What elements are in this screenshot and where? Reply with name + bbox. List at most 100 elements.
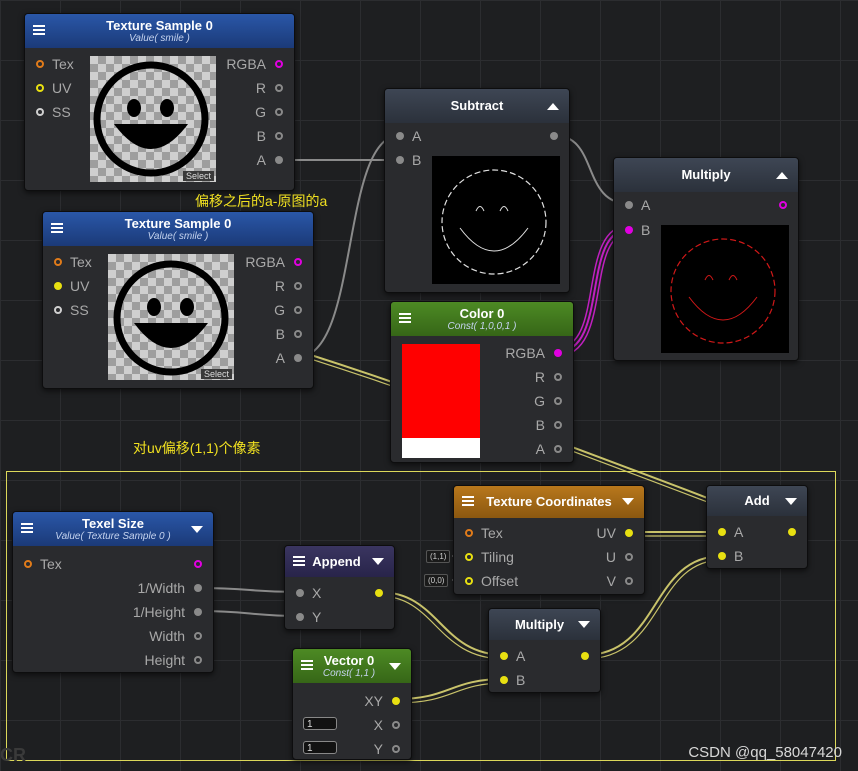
output-port-b[interactable]	[294, 330, 302, 338]
output-port-rgba[interactable]	[554, 349, 562, 357]
menu-icon[interactable]	[21, 523, 33, 533]
input-port-ss[interactable]	[36, 108, 44, 116]
output-port-xy[interactable]	[392, 697, 400, 705]
output-port[interactable]	[375, 589, 383, 597]
texture-sample-node-2[interactable]: Texture Sample 0 Value( smile ) Tex UV S…	[42, 211, 314, 389]
menu-icon[interactable]	[51, 223, 63, 233]
append-node[interactable]: Append X Y	[284, 545, 395, 630]
input-port-a[interactable]	[500, 652, 508, 660]
output-port-x[interactable]	[392, 721, 400, 729]
output-port-b[interactable]	[554, 421, 562, 429]
collapse-triangle-icon[interactable]	[191, 526, 203, 533]
input-port-a[interactable]	[396, 132, 404, 140]
node-header[interactable]: Texel Size Value( Texture Sample 0 )	[13, 512, 213, 546]
output-port-a[interactable]	[275, 156, 283, 164]
input-port-tex[interactable]	[465, 529, 473, 537]
offset-default-value[interactable]: (0,0)	[424, 574, 449, 587]
input-port-ss[interactable]	[54, 306, 62, 314]
menu-icon[interactable]	[33, 25, 45, 35]
x-value-field[interactable]: 1	[303, 717, 337, 730]
output-port-a[interactable]	[294, 354, 302, 362]
input-port-b[interactable]	[718, 552, 726, 560]
node-header[interactable]: Add	[707, 486, 807, 516]
output-port[interactable]	[779, 201, 787, 209]
node-header[interactable]: Texture Sample 0 Value( smile )	[25, 14, 294, 48]
output-port-r[interactable]	[294, 282, 302, 290]
texture-coordinates-node[interactable]: Texture Coordinates Tex Tiling Offset UV…	[453, 485, 645, 595]
texture-preview[interactable]: Select	[90, 56, 216, 182]
input-label-tex: Tex	[52, 56, 74, 72]
node-header[interactable]: Color 0 Const( 1,0,0,1 )	[391, 302, 573, 336]
output-port-main[interactable]	[194, 560, 202, 568]
output-port-r[interactable]	[554, 373, 562, 381]
texture-sample-node-1[interactable]: Texture Sample 0 Value( smile ) Tex UV S…	[24, 13, 295, 191]
output-port-uv[interactable]	[625, 529, 633, 537]
input-port-tex[interactable]	[36, 60, 44, 68]
collapse-triangle-icon[interactable]	[622, 498, 634, 505]
menu-icon[interactable]	[399, 313, 411, 323]
output-port-a[interactable]	[554, 445, 562, 453]
select-button[interactable]: Select	[182, 171, 214, 181]
output-port-g[interactable]	[554, 397, 562, 405]
input-port-a[interactable]	[718, 528, 726, 536]
output-port-r[interactable]	[275, 84, 283, 92]
menu-icon[interactable]	[301, 660, 313, 670]
output-port-1-width[interactable]	[194, 584, 202, 592]
output-port-g[interactable]	[275, 108, 283, 116]
texel-size-node[interactable]: Texel Size Value( Texture Sample 0 ) Tex…	[12, 511, 214, 673]
subtract-node[interactable]: Subtract A B	[384, 88, 570, 293]
output-port-rgba[interactable]	[294, 258, 302, 266]
node-header[interactable]: Subtract	[385, 89, 569, 123]
vector-node[interactable]: Vector 0 Const( 1,1 ) XY 1 X 1 Y	[292, 648, 412, 760]
node-header[interactable]: Vector 0 Const( 1,1 )	[293, 649, 411, 683]
collapse-triangle-icon[interactable]	[578, 621, 590, 628]
multiply-node-2[interactable]: Multiply A B	[488, 608, 601, 693]
output-port-y[interactable]	[392, 745, 400, 753]
collapse-triangle-icon[interactable]	[776, 172, 788, 179]
collapse-triangle-icon[interactable]	[389, 663, 401, 670]
node-header[interactable]: Multiply	[489, 609, 600, 640]
output-port-rgba[interactable]	[275, 60, 283, 68]
node-header[interactable]: Texture Sample 0 Value( smile )	[43, 212, 313, 246]
input-port-tiling[interactable]	[465, 553, 473, 561]
input-port-tex[interactable]	[24, 560, 32, 568]
input-port-a[interactable]	[625, 201, 633, 209]
output-port[interactable]	[788, 528, 796, 536]
output-port-height[interactable]	[194, 656, 202, 664]
output-port-u[interactable]	[625, 553, 633, 561]
menu-icon[interactable]	[293, 556, 305, 566]
node-header[interactable]: Multiply	[614, 158, 798, 192]
output-port[interactable]	[550, 132, 558, 140]
node-header[interactable]: Append	[285, 546, 394, 577]
multiply-node-1[interactable]: Multiply A B	[613, 157, 799, 361]
color-swatch[interactable]	[402, 344, 480, 458]
texture-preview[interactable]: Select	[108, 254, 234, 380]
output-port-1-height[interactable]	[194, 608, 202, 616]
select-button[interactable]: Select	[200, 369, 232, 379]
input-port-b[interactable]	[396, 156, 404, 164]
input-port-b[interactable]	[500, 676, 508, 684]
input-port-b[interactable]	[625, 226, 633, 234]
collapse-triangle-icon[interactable]	[785, 498, 797, 505]
collapse-triangle-icon[interactable]	[372, 558, 384, 565]
collapse-triangle-icon[interactable]	[547, 103, 559, 110]
node-header[interactable]: Texture Coordinates	[454, 486, 644, 518]
menu-icon[interactable]	[462, 496, 474, 506]
input-port-y[interactable]	[296, 613, 304, 621]
input-port-uv[interactable]	[36, 84, 44, 92]
node-graph-canvas[interactable]: Texture Sample 0 Value( smile ) Tex UV S…	[0, 0, 858, 771]
input-port-offset[interactable]	[465, 577, 473, 585]
input-port-x[interactable]	[296, 589, 304, 597]
y-value-field[interactable]: 1	[303, 741, 337, 754]
add-node[interactable]: Add A B	[706, 485, 808, 569]
color-node[interactable]: Color 0 Const( 1,0,0,1 ) RGBA R G B A	[390, 301, 574, 463]
input-port-tex[interactable]	[54, 258, 62, 266]
output-port-b[interactable]	[275, 132, 283, 140]
tiling-default-value[interactable]: (1,1)	[426, 550, 451, 563]
input-label-offset: Offset	[481, 573, 519, 589]
output-port[interactable]	[581, 652, 589, 660]
output-port-v[interactable]	[625, 577, 633, 585]
output-port-g[interactable]	[294, 306, 302, 314]
output-port-width[interactable]	[194, 632, 202, 640]
input-port-uv[interactable]	[54, 282, 62, 290]
